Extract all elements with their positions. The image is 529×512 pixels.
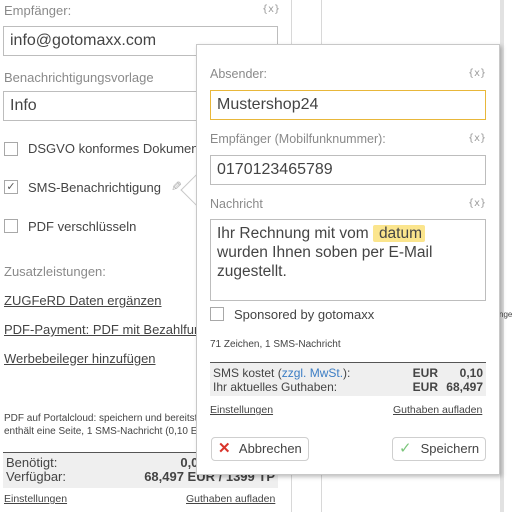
message-text: Ihr Rechnung mit vom <box>217 225 369 242</box>
cancel-label: Abbrechen <box>238 441 302 456</box>
popup-settings-link[interactable]: Einstellungen <box>210 404 273 416</box>
sms-checkbox[interactable]: ✓ <box>4 180 18 194</box>
cost-row: SMS kostet (zzgl. MwSt.): EUR 0,10 <box>210 366 486 380</box>
dsgvo-label: DSGVO konformes Dokument <box>28 141 203 156</box>
sender-label: Absender: <box>210 67 267 81</box>
summary-key: Benötigt: <box>6 455 58 470</box>
variable-icon[interactable]: {x} <box>468 133 486 144</box>
insert-link[interactable]: Werbebeileger hinzufügen <box>4 351 156 366</box>
encrypt-label: PDF verschlüsseln <box>28 219 137 234</box>
cost-currency: EUR <box>412 366 438 380</box>
sms-settings-popup: Absender: {x} Mustershop24 Empfänger (Mo… <box>196 44 500 475</box>
cost-box: SMS kostet (zzgl. MwSt.): EUR 0,10 Ihr a… <box>210 362 486 396</box>
balance-value: 68,497 <box>446 380 483 394</box>
sender-input[interactable]: Mustershop24 <box>210 90 486 120</box>
extras-label: Zusatzleistungen: <box>4 264 106 279</box>
dsgvo-checkbox[interactable] <box>4 142 18 156</box>
message-label: Nachricht <box>210 197 263 211</box>
mobile-label: Empfänger (Mobilfunknummer): <box>210 132 386 146</box>
zugferd-link[interactable]: ZUGFeRD Daten ergänzen <box>4 293 162 308</box>
sms-label: SMS-Benachrichtigung <box>28 180 161 195</box>
char-count: 71 Zeichen, 1 SMS-Nachricht <box>210 339 341 350</box>
checkmark-icon: ✓ <box>399 440 412 457</box>
summary-key: Verfügbar: <box>6 469 66 484</box>
sponsored-checkbox[interactable] <box>210 307 224 321</box>
cancel-button[interactable]: ✕ Abbrechen <box>211 437 309 461</box>
encrypt-checkbox[interactable] <box>4 219 18 233</box>
cost-label: SMS kostet (zzgl. MwSt.): <box>213 366 350 380</box>
scrollbar-track[interactable] <box>500 0 504 512</box>
pdf-payment-link[interactable]: PDF-Payment: PDF mit Bezahlfunktion <box>4 322 229 337</box>
cost-label-suffix: ): <box>343 366 351 380</box>
message-textarea[interactable]: Ihr Rechnung mit vom datum wurden Ihnen … <box>210 219 486 301</box>
variable-icon[interactable]: {x} <box>262 4 280 15</box>
balance-row: Ihr aktuelles Guthaben: EUR 68,497 <box>210 380 486 394</box>
vat-link[interactable]: zzgl. MwSt. <box>282 366 343 380</box>
variable-icon[interactable]: {x} <box>468 198 486 209</box>
cloud-info-line2: enthält eine Seite, 1 SMS-Nachricht (0,1… <box>4 426 216 437</box>
balance-currency: EUR <box>412 380 438 394</box>
settings-link[interactable]: Einstellungen <box>4 493 67 505</box>
sponsored-label: Sponsored by gotomaxx <box>234 307 375 322</box>
variable-token-datum[interactable]: datum <box>372 225 426 242</box>
save-button[interactable]: ✓ Speichern <box>392 437 487 461</box>
template-label: Benachrichtigungsvorlage <box>4 70 154 85</box>
recipient-label: Empfänger: <box>4 3 72 18</box>
balance-label: Ihr aktuelles Guthaben: <box>213 380 338 394</box>
save-label: Speichern <box>420 441 480 456</box>
popup-pointer-cover <box>197 170 209 210</box>
cost-value: 0,10 <box>459 366 483 380</box>
obscured-text-fragment: nge <box>499 310 513 319</box>
topup-link[interactable]: Guthaben aufladen <box>186 493 275 505</box>
cloud-info-line1: PDF auf Portalcloud: speichern und berei… <box>4 413 219 424</box>
variable-icon[interactable]: {x} <box>468 68 486 79</box>
message-text: wurden Ihnen soben per E-Mail zugestellt… <box>217 244 433 280</box>
cost-label-prefix: SMS kostet ( <box>213 366 282 380</box>
popup-topup-link[interactable]: Guthaben aufladen <box>393 404 482 416</box>
close-x-icon: ✕ <box>218 440 231 457</box>
mobile-input[interactable]: 0170123465789 <box>210 155 486 185</box>
